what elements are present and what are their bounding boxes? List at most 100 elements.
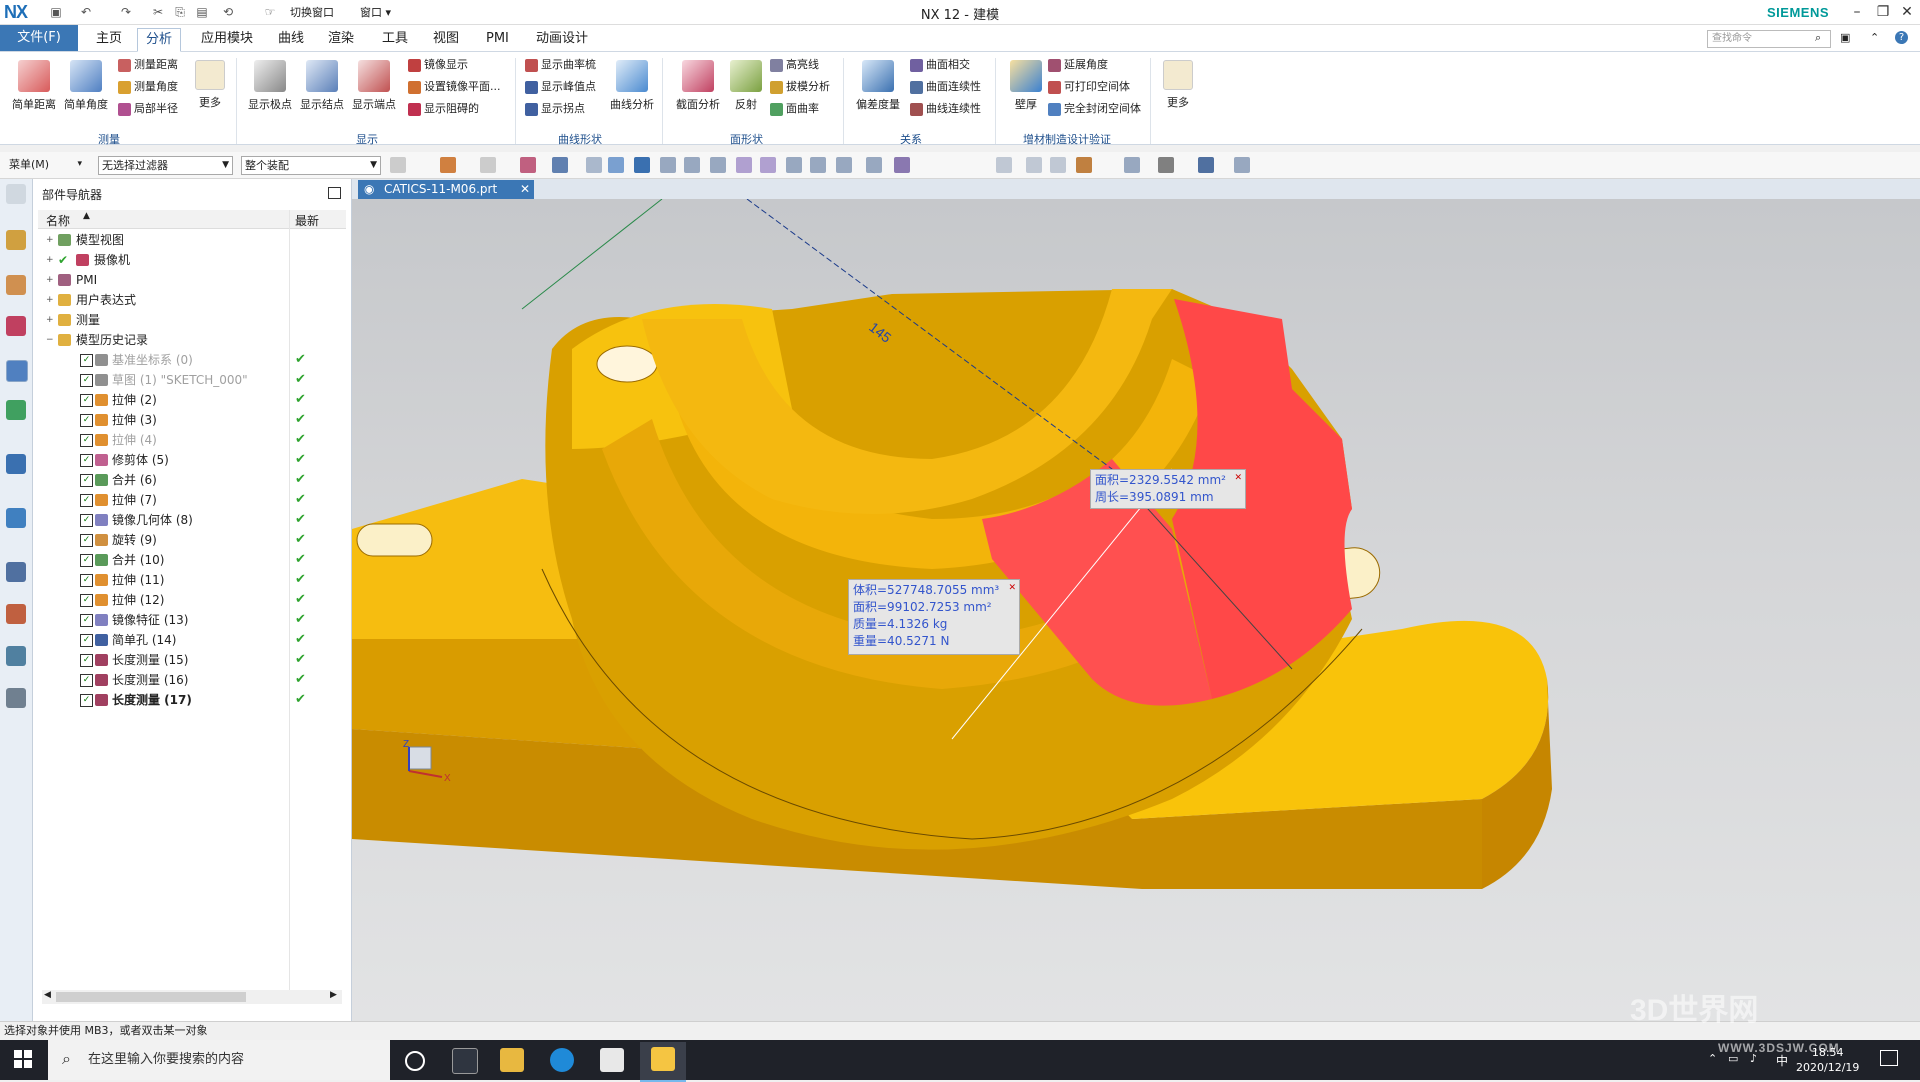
tab-pmi[interactable]: PMI [478, 28, 517, 50]
tab-view[interactable]: 视图 [425, 28, 467, 50]
arc-center-icon[interactable] [760, 157, 776, 173]
visibility-checkbox[interactable]: ✓ [80, 674, 93, 687]
layout-icon[interactable]: ▣ [1840, 31, 1850, 44]
ribbon-collapse-icon[interactable]: ⌃ [1870, 31, 1879, 44]
quadrant-point-icon[interactable] [786, 157, 802, 173]
file-menu-button[interactable]: 文件(F) [0, 25, 78, 51]
mirror-display-button[interactable]: 镜像显示 [408, 56, 468, 74]
visibility-checkbox[interactable]: ✓ [80, 634, 93, 647]
rotate-icon[interactable] [1050, 157, 1066, 173]
box-select-icon[interactable] [552, 157, 568, 173]
type-filter-select[interactable]: 无选择过滤器 ▼ [98, 156, 233, 175]
orient-view-icon[interactable] [1124, 157, 1140, 173]
show-endpoints-button[interactable]: 显示端点 [350, 60, 398, 112]
history-row[interactable]: ✓ 合并 (6) ✔ [38, 470, 346, 490]
show-peak-points-button[interactable]: 显示峰值点 [525, 78, 596, 96]
visibility-checkbox[interactable]: ✓ [80, 554, 93, 567]
file-explorer-icon[interactable] [500, 1048, 524, 1072]
end-point-icon[interactable] [660, 157, 676, 173]
visibility-checkbox[interactable]: ✓ [80, 374, 93, 387]
pan-icon[interactable] [1076, 157, 1092, 173]
tooltip-close-icon[interactable]: ✕ [1234, 470, 1242, 487]
tree-row-model-views[interactable]: + 模型视图 [38, 230, 346, 250]
control-point-icon[interactable] [710, 157, 726, 173]
tree-row-measurements[interactable]: + 测量 [38, 310, 346, 330]
constraint-navigator-icon[interactable] [6, 275, 26, 295]
cut-icon[interactable]: ✂ [150, 4, 166, 20]
visibility-checkbox[interactable]: ✓ [80, 434, 93, 447]
select-all-icon[interactable] [390, 157, 406, 173]
intersection-point-icon[interactable] [736, 157, 752, 173]
tab-analysis[interactable]: 分析 [137, 28, 182, 52]
visibility-checkbox[interactable]: ✓ [80, 574, 93, 587]
history-row[interactable]: ✓ 简单孔 (14) ✔ [38, 630, 346, 650]
visibility-checkbox[interactable]: ✓ [80, 474, 93, 487]
tab-close-icon[interactable]: ✕ [520, 180, 530, 199]
taskbar-search-input[interactable]: 在这里输入你要搜索的内容 [48, 1040, 390, 1080]
settings-icon[interactable] [6, 184, 26, 204]
history-row[interactable]: ✓ 合并 (10) ✔ [38, 550, 346, 570]
measure-more-button[interactable]: 更多 [190, 60, 230, 110]
existing-point-icon[interactable] [866, 157, 882, 173]
scroll-left-icon[interactable]: ◀ [44, 990, 51, 1000]
work-layer-icon[interactable] [1234, 157, 1250, 173]
tree-row-model-history[interactable]: − 模型历史记录 [38, 330, 346, 350]
history-row[interactable]: ✓ 拉伸 (2) ✔ [38, 390, 346, 410]
hd3d-tools-icon[interactable] [6, 400, 26, 420]
simple-angle-button[interactable]: 简单角度 [62, 60, 110, 112]
tab-tools[interactable]: 工具 [374, 28, 416, 50]
face-icon[interactable] [608, 157, 624, 173]
history-row[interactable]: ✓ 修剪体 (5) ✔ [38, 450, 346, 470]
body-measure-tooltip[interactable]: ✕ 体积=527748.7055 mm³ 面积=99102.7253 mm² 质… [848, 579, 1020, 655]
windows-start-icon[interactable] [14, 1050, 32, 1068]
visibility-checkbox[interactable]: ✓ [80, 534, 93, 547]
printable-volume-button[interactable]: 可打印空间体 [1048, 78, 1130, 96]
history-row[interactable]: ✓ 拉伸 (4) ✔ [38, 430, 346, 450]
show-blocked-button[interactable]: 显示阻碍的 [408, 100, 479, 118]
measure-distance-button[interactable]: 测量距离 [118, 56, 178, 74]
history-row[interactable]: ✓ 长度测量 (16) ✔ [38, 670, 346, 690]
fit-view-icon[interactable] [996, 157, 1012, 173]
scroll-thumb[interactable] [56, 992, 246, 1002]
visibility-checkbox[interactable]: ✓ [80, 394, 93, 407]
feature-select-icon[interactable] [520, 157, 536, 173]
graphics-window[interactable]: 145 X Z ✕ 面积=2329.5542 mm² 周长=395.0891 m… [352, 199, 1920, 1021]
curve-analysis-button[interactable]: 曲线分析 [608, 60, 656, 112]
show-curvature-comb-button[interactable]: 显示曲率梳 [525, 56, 596, 74]
switch-window-button[interactable]: 切换窗口 [290, 4, 334, 20]
redo-icon[interactable]: ↷ [118, 4, 134, 20]
tab-render[interactable]: 渲染 [320, 28, 362, 50]
assembly-navigator-icon[interactable] [6, 230, 26, 250]
visibility-checkbox[interactable]: ✓ [80, 654, 93, 667]
show-knots-button[interactable]: 显示结点 [298, 60, 346, 112]
curve-continuity-button[interactable]: 曲线连续性 [910, 100, 981, 118]
tab-curve[interactable]: 曲线 [270, 28, 312, 50]
snap-point-icon[interactable] [634, 157, 650, 173]
visibility-checkbox[interactable]: ✓ [80, 414, 93, 427]
copy-icon[interactable]: ⎘ [172, 4, 188, 20]
tangent-point-icon[interactable] [836, 157, 852, 173]
touch-mode-icon[interactable]: ☞ [262, 4, 278, 20]
history-row[interactable]: ✓ 草图 (1) "SKETCH_000" ✔ [38, 370, 346, 390]
process-studio-icon[interactable] [6, 646, 26, 666]
bounded-grid-icon[interactable] [894, 157, 910, 173]
web-browser-icon[interactable] [6, 454, 26, 474]
close-icon[interactable]: ✕ [1896, 2, 1918, 22]
surface-continuity-button[interactable]: 曲面连续性 [910, 78, 981, 96]
mid-point-icon[interactable] [684, 157, 700, 173]
ribbon-more-button[interactable]: 更多 [1158, 60, 1198, 110]
tree-row-cameras[interactable]: + ✔ 摄像机 [38, 250, 346, 270]
menu-dropdown[interactable]: 菜单(M) ▾ [6, 156, 85, 173]
history-row[interactable]: ✓ 拉伸 (3) ✔ [38, 410, 346, 430]
scope-select[interactable]: 整个装配 ▼ [241, 156, 381, 175]
repeat-command-icon[interactable]: ⟲ [220, 4, 236, 20]
simple-distance-button[interactable]: 简单距离 [10, 60, 58, 112]
tray-chevron-icon[interactable]: ⌃ [1708, 1052, 1717, 1065]
section-analysis-button[interactable]: 截面分析 [674, 60, 722, 112]
scroll-right-icon[interactable]: ▶ [330, 990, 337, 1000]
app-icon[interactable] [600, 1048, 624, 1072]
part-file-tab[interactable]: ◉ CATICS-11-M06.prt ✕ [358, 180, 534, 199]
show-poles-button[interactable]: 显示极点 [246, 60, 294, 112]
tab-applications[interactable]: 应用模块 [193, 28, 261, 50]
history-row[interactable]: ✓ 拉伸 (12) ✔ [38, 590, 346, 610]
